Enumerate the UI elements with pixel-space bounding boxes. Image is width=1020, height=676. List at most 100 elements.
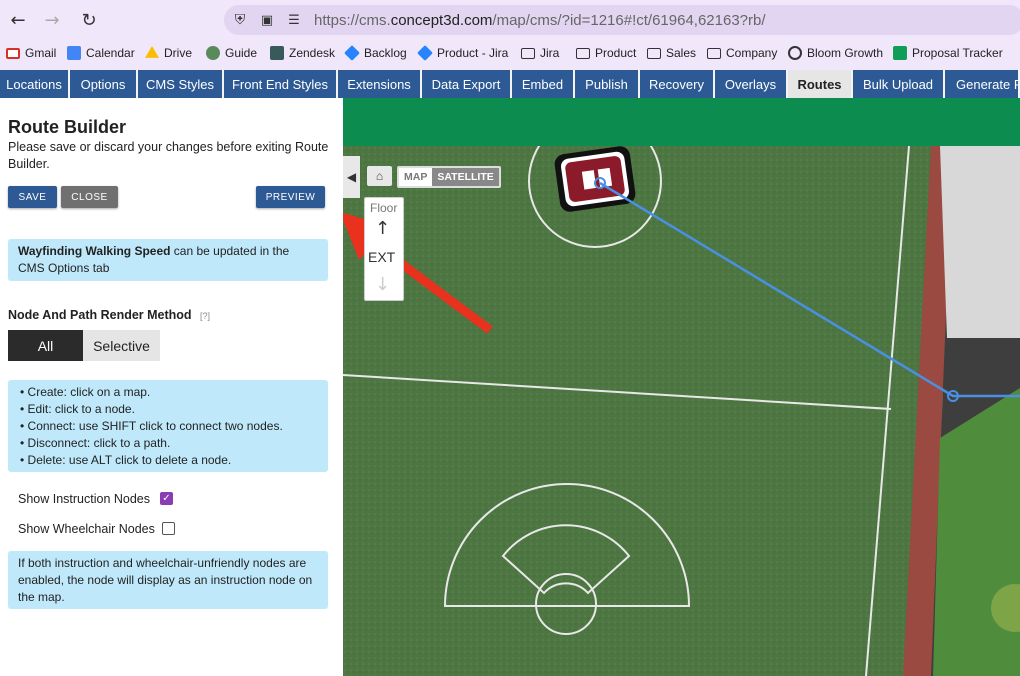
floor-up-arrow-icon[interactable]: ↑ (375, 218, 390, 239)
guide-icon (206, 46, 220, 60)
bookmark-label: Sales (666, 46, 697, 60)
show-wheelchair-label: Show Wheelchair Nodes (18, 522, 155, 536)
calendar-icon (67, 46, 81, 60)
folder-icon (707, 47, 721, 59)
url-prefix: https://cms. (314, 12, 391, 29)
route-builder-panel: Route Builder Please save or discard you… (0, 98, 343, 676)
map-type-satellite[interactable]: SATELLITE (432, 168, 499, 186)
bookmark-calendar[interactable]: Calendar (67, 46, 135, 60)
bookmark-label: Jira (540, 46, 560, 60)
show-instruction-row: Show Instruction Nodes (18, 492, 150, 506)
page-title: Route Builder (8, 117, 127, 137)
bookmark-label: Bloom Growth (807, 46, 884, 60)
bookmark-gmail[interactable]: Gmail (6, 46, 56, 60)
bookmark-company[interactable]: Company (707, 46, 777, 60)
instructions-box: • Create: click on a map. • Edit: click … (8, 380, 328, 472)
url-domain: concept3d.com (390, 12, 493, 29)
floor-label: Floor (370, 201, 398, 215)
bookmark-sales[interactable]: Sales (647, 46, 696, 60)
tab-embed[interactable]: Embed (512, 70, 575, 98)
render-all-option[interactable]: All (8, 330, 83, 361)
show-instruction-label: Show Instruction Nodes (18, 492, 151, 506)
bloom-icon (788, 46, 802, 60)
walking-speed-bold: Wayfinding Walking Speed (18, 244, 171, 258)
tab-extensions[interactable]: Extensions (338, 70, 422, 98)
bookmark-label: Proposal Tracker (912, 46, 1003, 60)
bookmark-proposal-tracker[interactable]: Proposal Tracker (893, 46, 1003, 60)
folder-icon (647, 47, 661, 59)
instruction-item: • Disconnect: click to a path. (20, 436, 171, 450)
bookmark-label: Calendar (86, 46, 135, 60)
tab-routes[interactable]: Routes (788, 70, 853, 98)
tab-cms-styles[interactable]: CMS Styles (138, 70, 224, 98)
back-icon[interactable]: ← (8, 10, 28, 31)
home-icon[interactable]: ⌂ (367, 166, 392, 186)
bookmark-label: Product - Jira (437, 46, 509, 60)
tab-options[interactable]: Options (70, 70, 138, 98)
folder-icon (521, 47, 535, 59)
address-bar[interactable]: ⛨ ▣ ☰ https://cms.concept3d.com/map/cms/… (224, 5, 1020, 35)
render-selective-option[interactable]: Selective (83, 330, 160, 361)
collapse-panel-icon[interactable]: ◀ (343, 156, 360, 198)
node-note: If both instruction and wheelchair-unfri… (8, 551, 328, 609)
instruction-text: Connect: use SHIFT click to connect two … (27, 419, 283, 433)
tab-generate[interactable]: Generate P (945, 70, 1020, 98)
map-canvas[interactable]: ◀ ⌂ MAP SATELLITE Floor ↑ EXT ↓ (343, 98, 1020, 676)
bookmark-label: Company (726, 46, 778, 60)
browser-navbar: ← → ↻ ⛨ ▣ ☰ https://cms.concept3d.com/ma… (0, 0, 1020, 40)
reload-icon[interactable]: ↻ (79, 10, 99, 31)
preview-button[interactable]: PREVIEW (256, 186, 325, 208)
bookmark-label: Gmail (25, 46, 57, 60)
bookmark-bloom-growth[interactable]: Bloom Growth (788, 46, 883, 60)
render-method-help[interactable]: [?] (200, 311, 210, 321)
bookmark-label: Guide (225, 46, 258, 60)
instruction-item: • Connect: use SHIFT click to connect tw… (20, 419, 283, 433)
instruction-item: • Delete: use ALT click to delete a node… (20, 453, 232, 467)
bookmark-zendesk[interactable]: Zendesk (270, 46, 335, 60)
tab-data-export[interactable]: Data Export (422, 70, 512, 98)
bookmark-label: Drive (164, 46, 193, 60)
instruction-item: • Edit: click to a node. (20, 402, 135, 416)
floor-down-arrow-icon[interactable]: ↓ (375, 274, 390, 295)
bookmark-label: Backlog (364, 46, 407, 60)
tab-front-end-styles[interactable]: Front End Styles (224, 70, 338, 98)
tab-overlays[interactable]: Overlays (715, 70, 788, 98)
bookmark-label: Product (595, 46, 637, 60)
url-path: /map/cms/?id=1216#!ct/61964,62163?rb/ (492, 12, 766, 29)
bookmark-guide[interactable]: Guide (206, 46, 257, 60)
map-header-band (343, 98, 1020, 146)
close-button[interactable]: CLOSE (61, 186, 118, 208)
drive-icon (145, 46, 159, 58)
panel-subtitle: Please save or discard your changes befo… (8, 140, 329, 171)
floor-value: EXT (368, 249, 396, 265)
lock-icon[interactable]: ▣ (257, 10, 277, 30)
jira-icon (344, 45, 360, 61)
instruction-item: • Create: click on a map. (20, 385, 151, 399)
bookmark-jira[interactable]: Jira (521, 46, 559, 60)
show-instruction-checkbox[interactable]: ✓ (160, 492, 173, 505)
permissions-icon[interactable]: ☰ (284, 10, 304, 30)
grandstand (940, 146, 1020, 338)
jira-icon (417, 45, 433, 61)
bookmark-product-jira[interactable]: Product - Jira (417, 45, 509, 61)
bookmark-backlog[interactable]: Backlog (344, 45, 407, 61)
bookmarks-bar: Gmail Calendar Drive Guide Zendesk Backl… (0, 40, 1020, 68)
team-logo (554, 146, 636, 212)
map-type-map[interactable]: MAP (399, 168, 433, 186)
bookmark-product[interactable]: Product (576, 46, 636, 60)
gmail-icon (6, 47, 20, 59)
url-text[interactable]: https://cms.concept3d.com/map/cms/?id=12… (314, 12, 766, 29)
forward-icon[interactable]: → (42, 10, 62, 31)
folder-icon (576, 47, 590, 59)
shield-icon[interactable]: ⛨ (230, 10, 250, 30)
bookmark-drive[interactable]: Drive (145, 46, 192, 60)
show-wheelchair-checkbox[interactable] (162, 522, 175, 535)
instruction-text: Delete: use ALT click to delete a node. (27, 453, 232, 467)
tab-publish[interactable]: Publish (575, 70, 640, 98)
tab-bulk-upload[interactable]: Bulk Upload (853, 70, 945, 98)
tab-recovery[interactable]: Recovery (640, 70, 715, 98)
save-button[interactable]: SAVE (8, 186, 57, 208)
bookmark-label: Zendesk (289, 46, 336, 60)
tab-locations[interactable]: Locations (0, 70, 70, 98)
cms-tab-bar: Locations Options CMS Styles Front End S… (0, 70, 1020, 98)
